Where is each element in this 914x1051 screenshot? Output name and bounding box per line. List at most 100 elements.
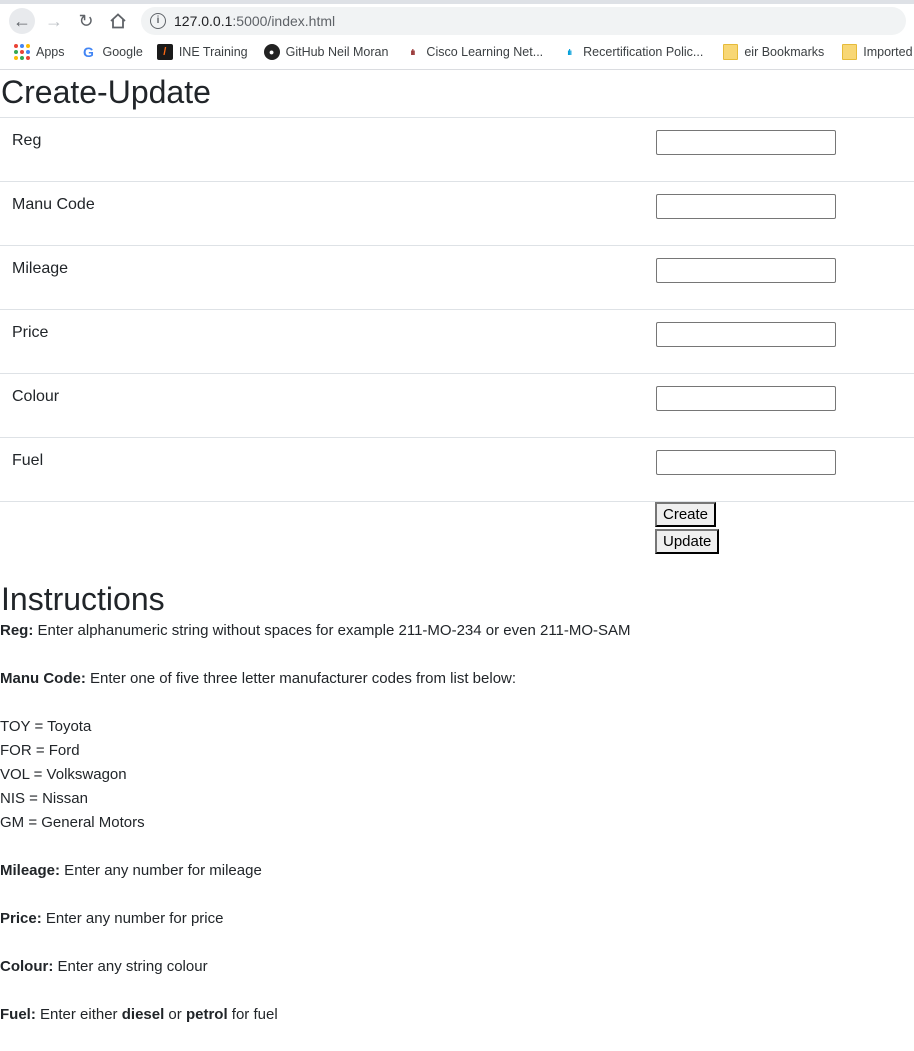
bookmark-google[interactable]: G Google: [81, 44, 143, 60]
bookmark-ine-training[interactable]: / INE Training: [156, 44, 248, 60]
reg-instruction-label: Reg:: [0, 622, 34, 639]
bookmark-cisco-learning[interactable]: ılı Cisco Learning Net...: [404, 44, 544, 60]
bookmark-recertification[interactable]: ılı Recertification Polic...: [561, 44, 703, 60]
colour-label: Colour: [0, 373, 655, 438]
mileage-instruction-text: Enter any number for mileage: [60, 862, 262, 879]
form-row-reg: Reg: [0, 117, 914, 182]
browser-chrome: ← → ↻ i 127.0.0.1:5000/index.html Apps G…: [0, 0, 914, 70]
price-input[interactable]: [656, 322, 836, 347]
form-row-fuel: Fuel: [0, 437, 914, 502]
code-list-item: NIS = Nissan: [0, 790, 88, 807]
url-text: 127.0.0.1:5000/index.html: [174, 13, 335, 29]
bookmark-imported[interactable]: Imported: [842, 44, 913, 60]
buttons-spacer: [0, 501, 655, 556]
reg-instruction: Reg: Enter alphanumeric string without s…: [0, 619, 914, 643]
google-icon: G: [83, 44, 94, 60]
create-update-form: Reg Manu Code Mileage Price Colour Fuel …: [0, 117, 914, 556]
reload-icon: ↻: [78, 10, 94, 31]
home-icon: [110, 13, 126, 29]
form-row-manu-code: Manu Code: [0, 181, 914, 246]
manu-instruction: Manu Code: Enter one of five three lette…: [0, 667, 914, 691]
bookmark-apps[interactable]: Apps: [14, 44, 65, 60]
price-cell: [655, 309, 914, 374]
fuel-input[interactable]: [656, 450, 836, 475]
price-instruction-label: Price:: [0, 910, 42, 927]
cisco-icon: ılı: [567, 47, 572, 57]
bookmark-label: Recertification Polic...: [583, 45, 704, 59]
arrow-right-icon: →: [45, 10, 63, 31]
instructions-body: Reg: Enter alphanumeric string without s…: [0, 619, 914, 1027]
url-host: 127.0.0.1: [174, 13, 233, 29]
bookmark-github[interactable]: ● GitHub Neil Moran: [263, 44, 389, 60]
form-row-buttons: Create Update: [0, 501, 914, 556]
colour-input[interactable]: [656, 386, 836, 411]
manu-code-label: Manu Code: [0, 181, 655, 246]
update-button[interactable]: Update: [655, 529, 720, 554]
bookmark-label: eir Bookmarks: [744, 45, 825, 59]
reg-input[interactable]: [656, 130, 836, 155]
price-instruction: Price: Enter any number for price: [0, 907, 914, 931]
page-title: Create-Update: [1, 74, 211, 110]
mileage-label: Mileage: [0, 245, 655, 310]
bookmark-label: Imported: [863, 45, 913, 59]
colour-cell: [655, 373, 914, 438]
create-button[interactable]: Create: [655, 502, 717, 527]
forward-button[interactable]: →: [41, 8, 67, 34]
fuel-instruction-text: for fuel: [227, 1006, 278, 1023]
colour-instruction: Colour: Enter any string colour: [0, 955, 914, 979]
bookmark-label: Apps: [36, 45, 65, 59]
mileage-input[interactable]: [656, 258, 836, 283]
manu-instruction-label: Manu Code:: [0, 670, 86, 687]
bookmark-label: Cisco Learning Net...: [426, 45, 544, 59]
form-row-mileage: Mileage: [0, 245, 914, 310]
fuel-option-petrol: petrol: [185, 1006, 228, 1023]
reg-label: Reg: [0, 117, 655, 182]
code-list-item: TOY = Toyota: [0, 718, 92, 735]
github-icon: ●: [263, 44, 280, 60]
info-icon[interactable]: i: [150, 13, 166, 29]
mileage-instruction: Mileage: Enter any number for mileage: [0, 859, 914, 883]
apps-icon: [14, 44, 30, 60]
fuel-option-diesel: diesel: [121, 1006, 165, 1023]
url-path: :5000/index.html: [232, 13, 336, 29]
bookmark-label: INE Training: [178, 45, 248, 59]
bookmarks-bar: Apps G Google / INE Training ● GitHub Ne…: [0, 40, 914, 64]
colour-instruction-text: Enter any string colour: [53, 958, 208, 975]
folder-icon: [723, 44, 739, 60]
reload-button[interactable]: ↻: [73, 8, 99, 34]
folder-icon: [842, 44, 858, 60]
code-list-item: FOR = Ford: [0, 742, 80, 759]
tab-strip-edge: [0, 0, 914, 4]
instructions-title: Instructions: [1, 581, 165, 617]
bookmark-label: GitHub Neil Moran: [285, 45, 389, 59]
mileage-cell: [655, 245, 914, 310]
fuel-cell: [655, 437, 914, 502]
arrow-left-icon: ←: [13, 10, 31, 31]
home-button[interactable]: [105, 8, 131, 34]
bookmark-label: Google: [102, 45, 143, 59]
address-bar[interactable]: i 127.0.0.1:5000/index.html: [141, 7, 906, 35]
form-row-price: Price: [0, 309, 914, 374]
buttons-cell: Create Update: [655, 501, 914, 556]
code-list-item: VOL = Volkswagon: [0, 766, 127, 783]
fuel-instruction-text: or: [164, 1006, 186, 1023]
bookmark-eir[interactable]: eir Bookmarks: [723, 44, 824, 60]
page-content: Create-Update Reg Manu Code Mileage Pric…: [0, 70, 914, 1051]
manu-code-cell: [655, 181, 914, 246]
mileage-instruction-label: Mileage:: [0, 862, 61, 879]
cisco-icon: ılı: [410, 47, 416, 57]
colour-instruction-label: Colour:: [0, 958, 54, 975]
reg-cell: [655, 117, 914, 182]
price-label: Price: [0, 309, 655, 374]
fuel-instruction-label: Fuel:: [0, 1006, 36, 1023]
manu-code-input[interactable]: [656, 194, 836, 219]
fuel-instruction: Fuel: Enter either diesel or petrol for …: [0, 1003, 914, 1027]
ine-icon: /: [156, 44, 173, 60]
price-instruction-text: Enter any number for price: [41, 910, 224, 927]
manu-instruction-text: Enter one of five three letter manufactu…: [85, 670, 517, 687]
back-button[interactable]: ←: [9, 8, 35, 34]
fuel-instruction-text: Enter either: [35, 1006, 122, 1023]
form-row-colour: Colour: [0, 373, 914, 438]
reg-instruction-text: Enter alphanumeric string without spaces…: [33, 622, 631, 639]
